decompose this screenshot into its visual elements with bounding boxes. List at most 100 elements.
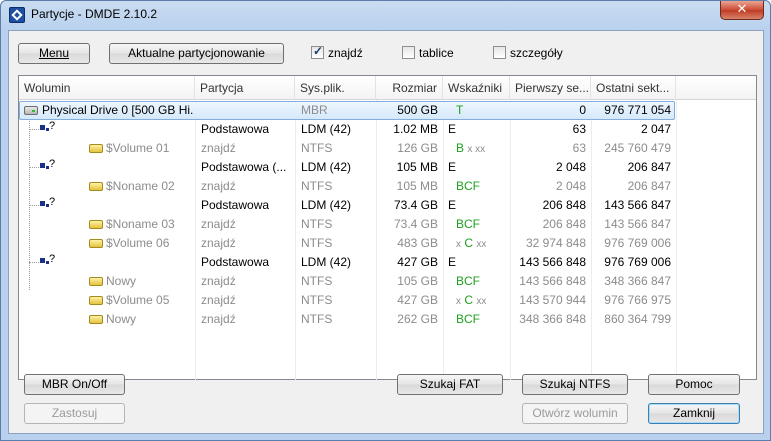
col-header-pierwszy[interactable]: Pierwszy se... [510, 76, 591, 100]
table-row[interactable]: $Noname 03 znajdź NTFS 73.4 GB BCF 206 8… [19, 215, 756, 234]
col-header-partycja[interactable]: Partycja [195, 76, 295, 100]
partition-icon: ? [40, 196, 56, 210]
cell-partition: znajdź [201, 236, 236, 250]
cell-flags: E [448, 122, 457, 136]
cell-first: 63 [572, 122, 586, 136]
apply-button[interactable]: Zastosuj [24, 403, 125, 424]
checkbox-szczegoly-box[interactable] [493, 46, 506, 59]
cell-fs: NTFS [301, 217, 333, 231]
table-row[interactable]: $Volume 05 znajdź NTFS 427 GB x C xx 143… [19, 291, 756, 310]
cell-first: 206 848 [542, 217, 586, 231]
cell-flags: x C xx [456, 236, 487, 250]
app-icon [9, 7, 25, 23]
cell-first: 143 566 848 [519, 255, 586, 269]
cell-last: 143 566 847 [604, 198, 671, 212]
current-partitioning-button[interactable]: Aktualne partycjonowanie [109, 43, 284, 64]
cell-size: 500 GB [397, 103, 438, 117]
title-bar: Partycje - DMDE 2.10.2 ✕ [1, 1, 770, 29]
cell-size: 73.4 GB [393, 198, 438, 212]
cell-flags: BCF [456, 274, 480, 288]
mbr-toggle-button[interactable]: MBR On/Off [24, 374, 125, 395]
table-row[interactable]: Nowy znajdź NTFS 262 GB BCF 348 366 848 … [19, 310, 756, 329]
table-row[interactable]: $Volume 01 znajdź NTFS 126 GB B x xx 63 … [19, 139, 756, 158]
cell-size: 427 GB [397, 255, 438, 269]
partition-icon: ? [40, 253, 56, 267]
cell-fs: LDM (42) [301, 255, 352, 269]
volume-icon [89, 277, 103, 286]
close-button[interactable]: Zamknij [648, 403, 740, 424]
cell-partition: Podstawowa [201, 198, 270, 212]
partition-list[interactable]: Wolumin Partycja Sys.plik. Rozmiar Wskaź… [18, 75, 757, 380]
search-fat-button[interactable]: Szukaj FAT [397, 374, 503, 395]
cell-partition: Podstawowa [201, 122, 270, 136]
cell-flags: E [448, 255, 457, 269]
volume-icon [89, 239, 103, 248]
col-header-rozmiar[interactable]: Rozmiar [376, 76, 443, 100]
cell-first: 0 [579, 103, 586, 117]
checkbox-szczegoly[interactable]: szczegóły [493, 46, 563, 62]
cell-last: 976 771 054 [604, 103, 671, 117]
cell-first: 2 048 [555, 179, 586, 193]
volume-icon [89, 144, 103, 153]
cell-partition: znajdź [201, 217, 236, 231]
volume-icon [89, 182, 103, 191]
cell-volume: $Volume 05 [106, 293, 170, 307]
cell-size: 427 GB [397, 293, 438, 307]
cell-partition: znajdź [201, 179, 236, 193]
partition-icon: ? [40, 158, 56, 172]
checkbox-tablice-box[interactable] [402, 46, 415, 59]
checkbox-tablice[interactable]: tablice [402, 46, 454, 62]
open-volume-button[interactable]: Otwórz wolumin [522, 403, 628, 424]
search-ntfs-button[interactable]: Szukaj NTFS [522, 374, 628, 395]
cell-partition: znajdź [201, 274, 236, 288]
cell-first: 143 570 944 [519, 293, 586, 307]
col-header-ostatni[interactable]: Ostatni sekt... [591, 76, 676, 100]
help-button[interactable]: Pomoc [648, 374, 740, 395]
checkbox-znajdz-label: znajdź [328, 46, 363, 60]
col-header-wolumin[interactable]: Wolumin [19, 76, 195, 100]
table-row[interactable]: ? Podstawowa LDM (42) 427 GB E 143 566 8… [19, 253, 756, 272]
cell-first: 348 366 848 [519, 312, 586, 326]
table-row[interactable]: Nowy znajdź NTFS 105 GB BCF 143 566 848 … [19, 272, 756, 291]
col-header-sysplik[interactable]: Sys.plik. [295, 76, 376, 100]
cell-partition: znajdź [201, 312, 236, 326]
cell-partition: Podstawowa [201, 255, 270, 269]
checkbox-znajdz-box[interactable] [311, 44, 324, 59]
cell-flags: BCF [456, 217, 480, 231]
table-row-drive[interactable]: Physical Drive 0 [500 GB Hi... MBR 500 G… [19, 101, 756, 120]
cell-last: 976 769 006 [604, 236, 671, 250]
table-row[interactable]: ? Podstawowa (... LDM (42) 105 MB E 2 04… [19, 158, 756, 177]
close-window-button[interactable]: ✕ [720, 1, 764, 20]
cell-volume: $Volume 06 [106, 236, 170, 250]
cell-fs: LDM (42) [301, 198, 352, 212]
window-title: Partycje - DMDE 2.10.2 [31, 7, 158, 21]
cell-flags: x C xx [456, 293, 487, 307]
table-row[interactable]: ? Podstawowa LDM (42) 1.02 MB E 63 2 047 [19, 120, 756, 139]
cell-last: 860 364 799 [604, 312, 671, 326]
cell-last: 143 566 847 [604, 217, 671, 231]
col-header-wskazniki[interactable]: Wskaźniki [443, 76, 510, 100]
menu-button[interactable]: Menu [18, 43, 90, 64]
cell-fs: NTFS [301, 236, 333, 250]
table-row[interactable]: $Noname 02 znajdź NTFS 105 MB BCF 2 048 … [19, 177, 756, 196]
cell-volume: $Noname 02 [106, 179, 175, 193]
cell-last: 976 769 006 [604, 255, 671, 269]
cell-size: 126 GB [397, 141, 438, 155]
cell-last: 206 847 [627, 160, 671, 174]
table-row[interactable]: ? Podstawowa LDM (42) 73.4 GB E 206 848 … [19, 196, 756, 215]
cell-flags: E [448, 160, 457, 174]
cell-size: 105 GB [397, 274, 438, 288]
cell-size: 73.4 GB [393, 217, 438, 231]
cell-fs: NTFS [301, 274, 333, 288]
table-row[interactable]: $Volume 06 znajdź NTFS 483 GB x C xx 32 … [19, 234, 756, 253]
cell-volume: $Noname 03 [106, 217, 175, 231]
cell-size: 483 GB [397, 236, 438, 250]
cell-first: 143 566 848 [519, 274, 586, 288]
partition-icon: ? [40, 120, 56, 134]
window: Partycje - DMDE 2.10.2 ✕ Menu Aktualne p… [0, 0, 771, 441]
cell-fs: NTFS [301, 312, 333, 326]
cell-flags: BCF [456, 312, 480, 326]
checkbox-znajdz[interactable]: znajdź [311, 44, 363, 62]
cell-size: 1.02 MB [393, 122, 438, 136]
cell-first: 32 974 848 [525, 236, 586, 250]
